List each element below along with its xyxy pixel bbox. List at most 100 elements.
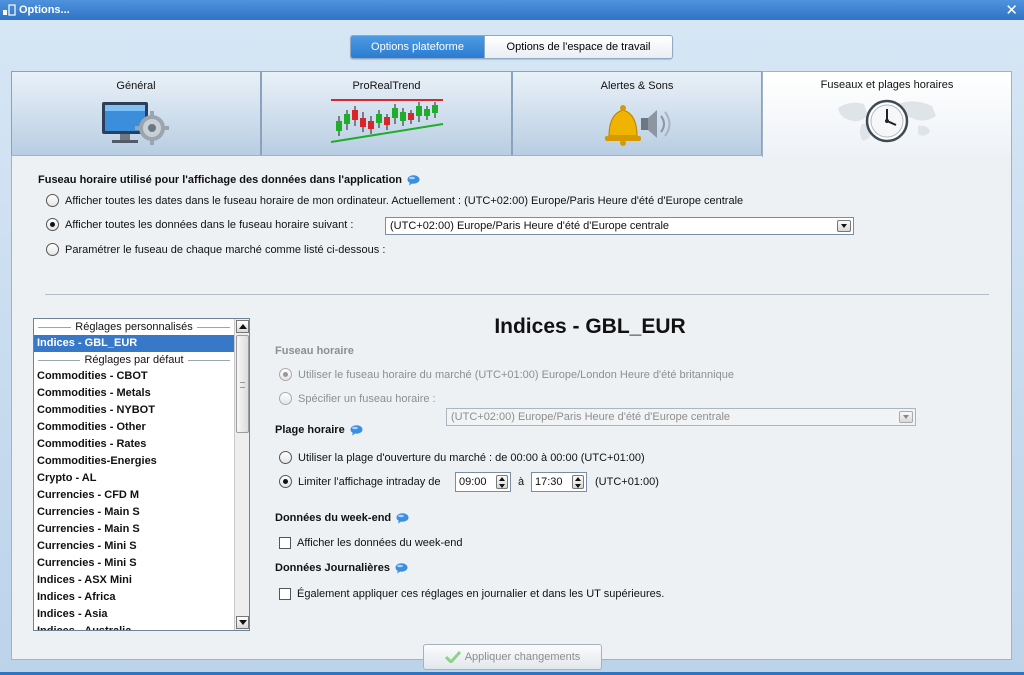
list-header-custom-text: Réglages personnalisés xyxy=(75,321,193,333)
app-icon xyxy=(3,4,17,16)
weekend-heading: Données du week-end xyxy=(275,512,409,524)
list-header-default: Réglages par défaut xyxy=(34,352,234,368)
daily-checkbox[interactable] xyxy=(279,588,291,600)
list-item[interactable]: Indices - Australia xyxy=(34,623,234,630)
market-list[interactable]: Réglages personnalisés Indices - GBL_EUR… xyxy=(33,318,250,631)
tz-option-per-market[interactable]: Paramétrer le fuseau de chaque marché co… xyxy=(46,243,385,256)
weekend-heading-text: Données du week-end xyxy=(275,512,392,524)
daily-heading-text: Données Journalières xyxy=(275,562,390,574)
limit-range-radio[interactable] xyxy=(279,475,292,488)
timezone-section-title: Fuseau horaire utilisé pour l'affichage … xyxy=(38,174,420,186)
list-item[interactable]: Commodities - Metals xyxy=(34,385,234,402)
tz-option-fixed-radio[interactable] xyxy=(46,218,59,231)
workspace-options-button[interactable]: Options de l'espace de travail xyxy=(484,36,672,58)
range-to-value: 17:30 xyxy=(535,476,563,488)
tz-fixed-select[interactable]: (UTC+02:00) Europe/Paris Heure d'été d'E… xyxy=(385,217,854,235)
tab-timezones-label: Fuseaux et plages horaires xyxy=(820,79,954,91)
list-item[interactable]: Currencies - CFD M xyxy=(34,487,234,504)
scroll-up-icon[interactable] xyxy=(236,320,249,333)
list-item[interactable]: Commodities-Energies xyxy=(34,453,234,470)
custom-tz-select-value: (UTC+02:00) Europe/Paris Heure d'été d'E… xyxy=(451,411,731,423)
tz-option-fixed-label: Afficher toutes les données dans le fuse… xyxy=(65,218,354,231)
range-heading-text: Plage horaire xyxy=(275,424,345,436)
tz-heading: Fuseau horaire xyxy=(275,345,354,357)
timezone-section-title-text: Fuseau horaire utilisé pour l'affichage … xyxy=(38,174,403,186)
spinner-arrows-icon[interactable] xyxy=(572,475,584,489)
scroll-down-icon[interactable] xyxy=(236,616,249,629)
options-scope-toggle: Options plateforme Options de l'espace d… xyxy=(350,35,673,59)
market-list-items: Réglages personnalisés Indices - GBL_EUR… xyxy=(34,319,234,630)
help-bubble-icon[interactable] xyxy=(407,175,420,186)
list-item[interactable]: Commodities - Other xyxy=(34,419,234,436)
weekend-label: Afficher les données du week-end xyxy=(297,537,463,549)
help-bubble-icon[interactable] xyxy=(350,425,363,436)
range-from-spinner[interactable]: 09:00 xyxy=(455,472,511,492)
custom-tz-radio[interactable] xyxy=(279,392,292,405)
section-divider xyxy=(45,294,989,295)
weekend-option[interactable]: Afficher les données du week-end xyxy=(279,537,463,549)
range-heading: Plage horaire xyxy=(275,424,363,436)
range-tz-label: (UTC+01:00) xyxy=(595,476,659,488)
apply-changes-label: Appliquer changements xyxy=(464,651,581,663)
close-icon[interactable]: ✕ xyxy=(1005,1,1018,19)
list-item[interactable]: Commodities - Rates xyxy=(34,436,234,453)
window-title: Options... xyxy=(19,4,70,16)
custom-tz-label: Spécifier un fuseau horaire : xyxy=(298,392,436,405)
tz-option-computer-label: Afficher toutes les dates dans le fuseau… xyxy=(65,194,744,207)
limit-range-option[interactable]: Limiter l'affichage intraday de xyxy=(279,475,441,488)
list-item-selected[interactable]: Indices - GBL_EUR xyxy=(34,335,234,352)
custom-tz-option[interactable]: Spécifier un fuseau horaire : xyxy=(279,392,436,405)
bell-speaker-icon xyxy=(597,98,677,151)
tz-option-per-market-radio[interactable] xyxy=(46,243,59,256)
checkmark-icon xyxy=(444,650,461,665)
tab-timezones[interactable]: Fuseaux et plages horaires xyxy=(762,71,1012,157)
apply-changes-button[interactable]: Appliquer changements xyxy=(423,644,602,670)
list-item[interactable]: Currencies - Main S xyxy=(34,521,234,538)
list-item[interactable]: Indices - Africa xyxy=(34,589,234,606)
list-item[interactable]: Indices - ASX Mini xyxy=(34,572,234,589)
platform-options-button[interactable]: Options plateforme xyxy=(351,36,484,58)
tz-option-computer[interactable]: Afficher toutes les dates dans le fuseau… xyxy=(46,194,743,207)
tab-general[interactable]: Général xyxy=(11,71,261,156)
list-header-default-text: Réglages par défaut xyxy=(84,354,184,366)
market-tz-option[interactable]: Utiliser le fuseau horaire du marché (UT… xyxy=(279,368,734,381)
help-bubble-icon[interactable] xyxy=(395,563,408,574)
help-bubble-icon[interactable] xyxy=(396,513,409,524)
chevron-down-icon[interactable] xyxy=(837,220,851,232)
list-item[interactable]: Currencies - Main S xyxy=(34,504,234,521)
tab-alerts-label: Alertes & Sons xyxy=(600,80,674,92)
weekend-checkbox[interactable] xyxy=(279,537,291,549)
market-range-radio[interactable] xyxy=(279,451,292,464)
tab-alerts-sounds[interactable]: Alertes & Sons xyxy=(512,71,762,156)
market-range-option[interactable]: Utiliser la plage d'ouverture du marché … xyxy=(279,451,645,464)
tab-prorealtrend-label: ProRealTrend xyxy=(352,80,421,92)
daily-option[interactable]: Également appliquer ces réglages en jour… xyxy=(279,588,664,600)
range-to-spinner[interactable]: 17:30 xyxy=(531,472,587,492)
list-item[interactable]: Indices - Asia xyxy=(34,606,234,623)
scroll-thumb[interactable] xyxy=(236,335,249,433)
timezone-settings-panel: Fuseau horaire utilisé pour l'affichage … xyxy=(11,155,1012,670)
tz-option-computer-radio[interactable] xyxy=(46,194,59,207)
market-tz-label: Utiliser le fuseau horaire du marché (UT… xyxy=(298,368,734,381)
window-body: Options plateforme Options de l'espace d… xyxy=(0,20,1024,675)
world-clock-icon xyxy=(832,94,942,149)
list-item[interactable]: Currencies - Mini S xyxy=(34,555,234,572)
tz-fixed-select-value: (UTC+02:00) Europe/Paris Heure d'été d'E… xyxy=(390,220,670,232)
chevron-down-icon[interactable] xyxy=(899,411,913,423)
limit-range-label: Limiter l'affichage intraday de xyxy=(298,475,441,488)
market-range-label: Utiliser la plage d'ouverture du marché … xyxy=(298,451,645,464)
tab-prorealtrend[interactable]: ProRealTrend xyxy=(261,71,512,156)
market-tz-radio[interactable] xyxy=(279,368,292,381)
tz-option-fixed[interactable]: Afficher toutes les données dans le fuse… xyxy=(46,218,353,231)
list-item[interactable]: Currencies - Mini S xyxy=(34,538,234,555)
custom-tz-select[interactable]: (UTC+02:00) Europe/Paris Heure d'été d'E… xyxy=(446,408,916,426)
trend-chart-icon xyxy=(329,96,445,147)
list-scrollbar[interactable] xyxy=(234,319,249,630)
list-item[interactable]: Crypto - AL xyxy=(34,470,234,487)
computer-settings-icon xyxy=(96,98,176,151)
list-item[interactable]: Commodities - NYBOT xyxy=(34,402,234,419)
list-item[interactable]: Commodities - CBOT xyxy=(34,368,234,385)
range-from-value: 09:00 xyxy=(459,476,487,488)
daily-label: Également appliquer ces réglages en jour… xyxy=(297,588,665,600)
spinner-arrows-icon[interactable] xyxy=(496,475,508,489)
